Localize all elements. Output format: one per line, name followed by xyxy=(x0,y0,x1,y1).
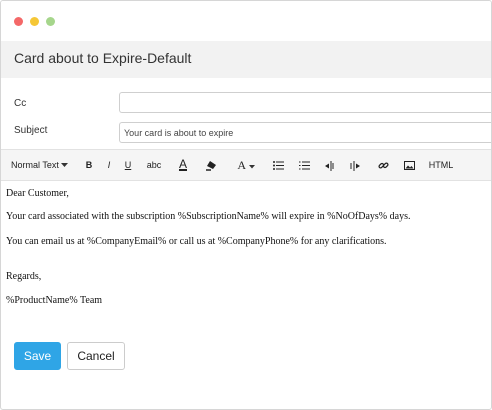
numbered-list-button[interactable] xyxy=(297,150,311,180)
subject-label: Subject xyxy=(14,125,48,136)
html-button[interactable]: HTML xyxy=(427,150,455,180)
link-button[interactable] xyxy=(376,150,390,180)
outdent-icon xyxy=(324,160,336,171)
italic-button[interactable]: I xyxy=(102,150,116,180)
indent-button[interactable] xyxy=(347,150,361,180)
body-greeting: Dear Customer, xyxy=(6,188,69,199)
font-color-button[interactable]: A xyxy=(175,150,191,180)
body-line-contact: You can email us at %CompanyEmail% or ca… xyxy=(6,236,387,247)
email-body-editor[interactable]: Dear Customer, Your card associated with… xyxy=(1,181,491,331)
page-header: Card about to Expire-Default xyxy=(1,41,491,78)
subject-field[interactable] xyxy=(119,122,491,143)
highlight-button[interactable] xyxy=(204,150,220,180)
indent-icon xyxy=(349,160,360,171)
underline-button[interactable]: U xyxy=(121,150,135,180)
window-maximize-dot[interactable] xyxy=(46,17,55,26)
page-title: Card about to Expire-Default xyxy=(14,50,192,66)
window-close-dot[interactable] xyxy=(14,17,23,26)
highlight-icon xyxy=(206,160,218,171)
chevron-down-icon xyxy=(248,161,255,171)
cancel-button[interactable]: Cancel xyxy=(67,342,125,370)
body-signature: %ProductName% Team xyxy=(6,295,103,306)
format-dropdown[interactable]: Normal Text xyxy=(11,150,71,180)
save-button[interactable]: Save xyxy=(14,342,61,370)
email-template-window: Card about to Expire-Default Cc Subject … xyxy=(0,0,492,410)
editor-toolbar: Normal Text B I U abc A A HTML xyxy=(1,149,491,181)
body-closing: Regards, xyxy=(6,271,42,282)
cc-field[interactable] xyxy=(119,92,491,113)
body-line-card-expiry: Your card associated with the subscripti… xyxy=(6,211,411,222)
numbered-list-icon xyxy=(298,160,310,170)
window-titlebar xyxy=(1,1,491,41)
link-icon xyxy=(377,160,389,170)
bulleted-list-button[interactable] xyxy=(271,150,285,180)
window-minimize-dot[interactable] xyxy=(30,17,39,26)
font-size-button[interactable]: A xyxy=(234,150,258,180)
font-size-icon: A xyxy=(237,158,247,172)
insert-image-button[interactable] xyxy=(402,150,416,180)
chevron-down-icon xyxy=(61,160,69,170)
cc-label: Cc xyxy=(14,98,27,109)
image-icon xyxy=(403,160,415,171)
outdent-button[interactable] xyxy=(323,150,337,180)
strikethrough-button[interactable]: abc xyxy=(144,150,164,180)
font-color-icon: A xyxy=(178,157,187,171)
format-dropdown-label: Normal Text xyxy=(11,160,59,170)
bulleted-list-icon xyxy=(272,160,284,171)
bold-button[interactable]: B xyxy=(82,150,96,180)
